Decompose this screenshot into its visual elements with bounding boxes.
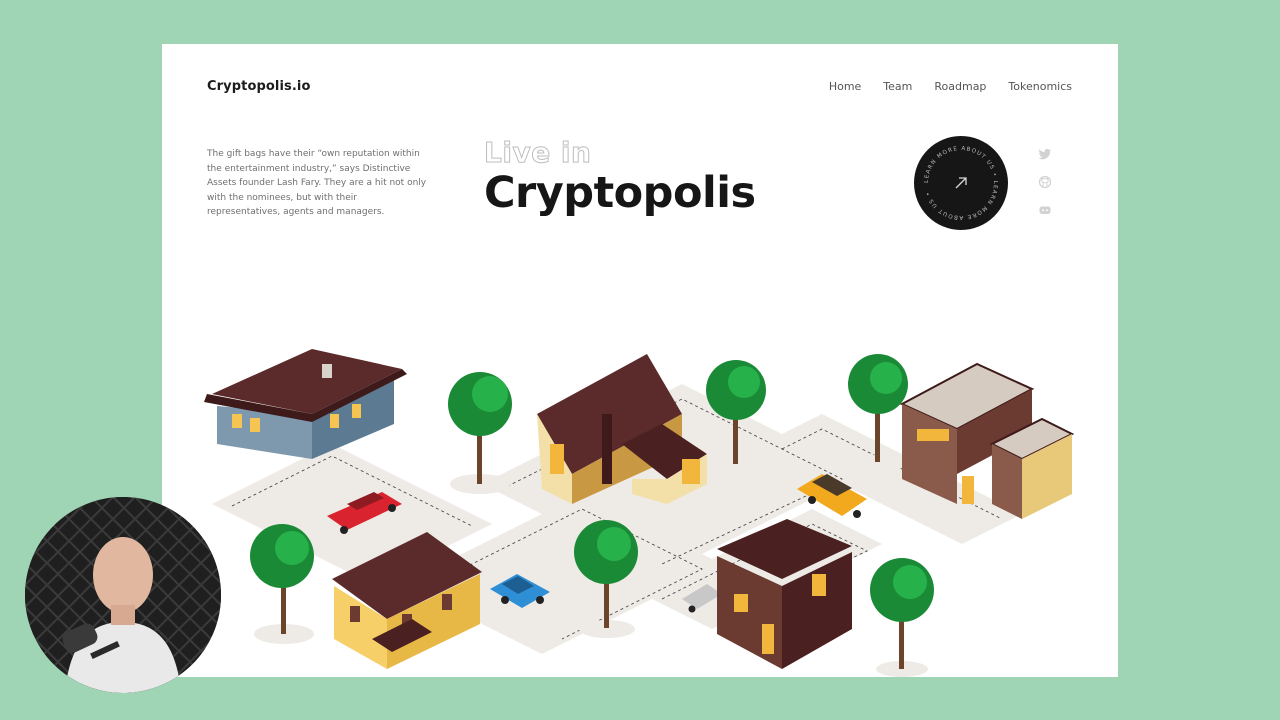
social-links (1038, 147, 1052, 217)
tree (870, 558, 934, 677)
brand-logo[interactable]: Cryptopolis.io (207, 79, 311, 94)
house-blue (204, 349, 407, 459)
discord-icon[interactable] (1038, 203, 1052, 217)
nav-team[interactable]: Team (883, 80, 912, 93)
hero-subtitle: Live in (483, 136, 592, 170)
town-illustration (204, 349, 1075, 677)
arrow-up-right-icon (955, 177, 967, 189)
learn-more-badge[interactable]: LEARN MORE ABOUT US • LEARN MORE ABOUT U… (914, 136, 1008, 230)
landing-page: Cryptopolis.io Home Team Roadmap Tokenom… (162, 44, 1118, 677)
intro-paragraph: The gift bags have their “own reputation… (207, 149, 427, 217)
tree (250, 524, 314, 644)
hero-title: Cryptopolis (484, 168, 756, 218)
github-icon[interactable] (1038, 175, 1052, 189)
twitter-icon[interactable] (1038, 147, 1052, 161)
presenter-face (93, 537, 153, 613)
main-nav: Home Team Roadmap Tokenomics (829, 80, 1072, 93)
nav-home[interactable]: Home (829, 80, 861, 93)
webcam-overlay (25, 497, 221, 693)
nav-tokenomics[interactable]: Tokenomics (1008, 80, 1072, 93)
nav-roadmap[interactable]: Roadmap (934, 80, 986, 93)
house-brown (717, 519, 852, 669)
